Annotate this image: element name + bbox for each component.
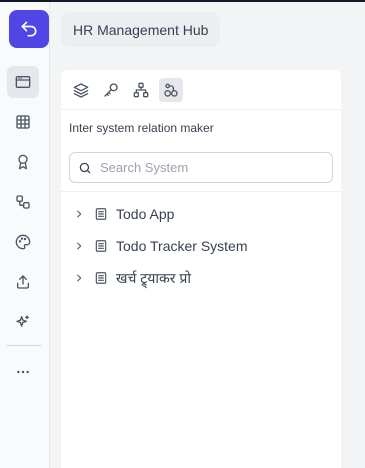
undo-arrow-icon [21,21,37,37]
search-input[interactable] [100,160,332,175]
search-box[interactable] [69,152,333,183]
sidebar-item-award[interactable] [7,146,39,178]
document-icon [94,239,108,253]
system-label: Todo App [116,206,175,222]
document-icon [94,271,108,285]
palette-icon [15,234,31,250]
sidebar-divider [7,345,41,346]
tab-relations[interactable] [159,77,183,102]
sidebar-item-browser[interactable] [7,66,39,98]
system-tree-item[interactable]: Todo Tracker System [61,230,341,262]
relations-icon [164,83,178,97]
sidebar-item-table[interactable] [7,106,39,138]
chevron-right-icon[interactable] [74,273,86,283]
layers-icon [73,82,89,98]
key-icon [104,82,118,97]
workspace-title-chip[interactable]: HR Management Hub [61,12,221,47]
chevron-right-icon[interactable] [74,241,86,251]
sidebar-item-upload[interactable] [7,266,39,298]
panel-tab-bar [61,70,341,110]
system-label: खर्च ट्र्याकर प्रो [116,269,191,286]
back-button[interactable] [9,10,49,48]
relation-maker-panel: Inter system relation maker Todo App Tod… [61,70,341,468]
award-icon [18,154,28,170]
sidebar-item-workflow[interactable] [7,186,39,218]
tab-hierarchy[interactable] [129,78,153,102]
sidebar-item-more[interactable] [7,356,39,388]
system-tree-item[interactable]: खर्च ट्र्याकर प्रो [61,262,341,294]
hierarchy-icon [133,82,149,97]
tab-layers[interactable] [69,78,93,102]
workflow-icon [16,195,30,209]
sidebar-item-sparkles[interactable] [7,306,39,338]
upload-icon [17,275,29,289]
system-label: Todo Tracker System [116,238,248,254]
sparkles-icon [16,315,29,327]
system-tree: Todo App Todo Tracker System खर्च ट्र्या… [61,192,341,294]
sidebar-item-palette[interactable] [7,226,39,258]
chevron-right-icon[interactable] [74,209,86,219]
panel-title: Inter system relation maker [69,121,214,135]
window-top-edge [0,0,365,2]
workspace-title: HR Management Hub [73,21,209,38]
document-icon [94,207,108,221]
search-icon [79,162,91,173]
table-icon [16,115,30,129]
system-tree-item[interactable]: Todo App [61,198,341,230]
tab-key[interactable] [99,78,123,102]
browser-icon [15,76,31,88]
more-icon [17,370,29,374]
